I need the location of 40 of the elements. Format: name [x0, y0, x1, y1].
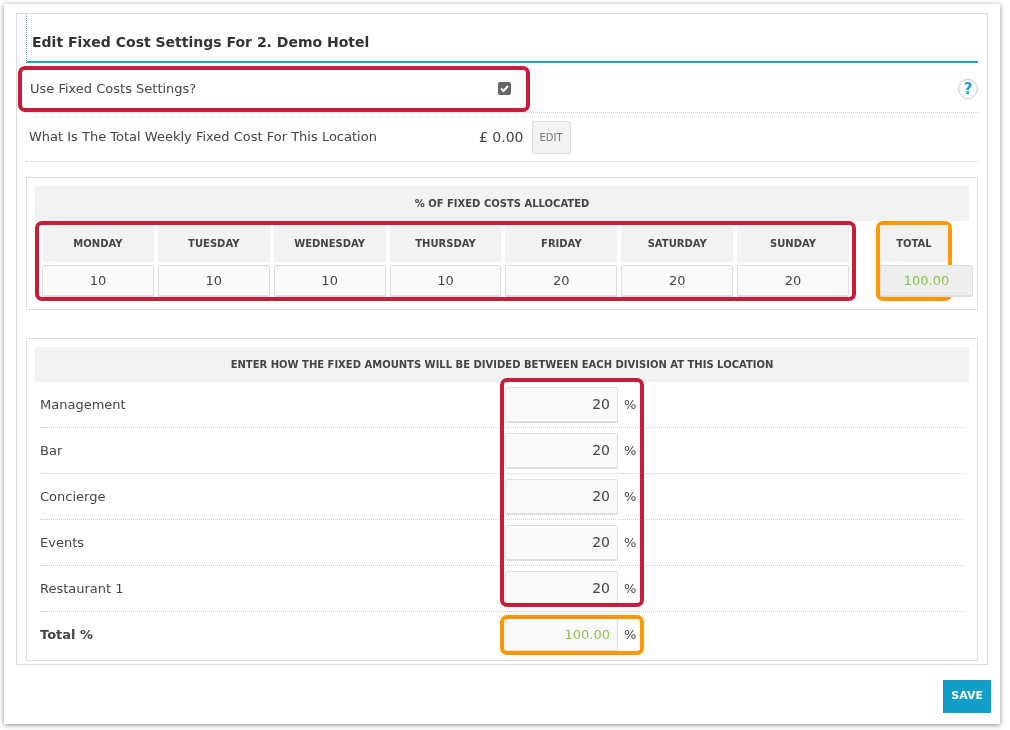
unit-label: %	[624, 626, 637, 645]
column-header: FRIDAY	[505, 224, 618, 262]
checkbox-label: Use Fixed Costs Settings?	[30, 80, 197, 98]
division-label: Concierge	[40, 487, 107, 506]
column-header: SUNDAY	[737, 224, 849, 262]
edit-button[interactable]: EDIT	[531, 120, 571, 154]
percent-input[interactable]: 20	[505, 478, 618, 515]
day-input[interactable]: 10	[42, 264, 154, 297]
cost-value: £ 0.00	[479, 127, 524, 147]
column-header: TUESDAY	[157, 224, 270, 262]
day-input[interactable]: 10	[389, 264, 502, 297]
unit-label: %	[624, 395, 637, 414]
column-header: TOTAL	[880, 224, 948, 262]
percent-input[interactable]: 20	[505, 386, 618, 423]
unit-label: %	[624, 441, 637, 460]
page-title: Edit Fixed Cost Settings For 2. Demo Hotel	[26, 14, 978, 63]
column-header: MONDAY	[42, 224, 154, 262]
day-input[interactable]: 20	[621, 264, 734, 297]
unit-label: %	[624, 487, 637, 506]
day-input[interactable]: 10	[157, 264, 270, 297]
day-input[interactable]: 20	[737, 264, 849, 297]
day-input[interactable]: 10	[273, 264, 386, 297]
day-input[interactable]: 20	[505, 264, 618, 297]
division-label: Bar	[40, 441, 64, 460]
field-label: What Is The Total Weekly Fixed Cost For This Location	[29, 128, 378, 147]
section-heading: ENTER HOW THE FIXED AMOUNTS WILL BE DIVIDED BETWEEN EACH DIVISION AT THIS LOCATION	[35, 347, 969, 382]
section-heading: % OF FIXED COSTS ALLOCATED	[35, 185, 969, 221]
division-label: Events	[40, 533, 85, 552]
unit-label: %	[624, 533, 637, 552]
unit-label: %	[624, 579, 637, 598]
total-value: 100.00	[880, 264, 973, 297]
division-label: Total %	[40, 626, 95, 645]
percent-input[interactable]: 20	[505, 524, 618, 561]
division-label: Management	[40, 395, 127, 414]
column-header: WEDNESDAY	[273, 224, 386, 262]
column-header: THURSDAY	[389, 224, 502, 262]
percent-input[interactable]: 20	[505, 432, 618, 469]
division-label: Restaurant 1	[40, 579, 125, 598]
checkbox[interactable]	[498, 82, 511, 96]
column-header: SATURDAY	[621, 224, 734, 262]
